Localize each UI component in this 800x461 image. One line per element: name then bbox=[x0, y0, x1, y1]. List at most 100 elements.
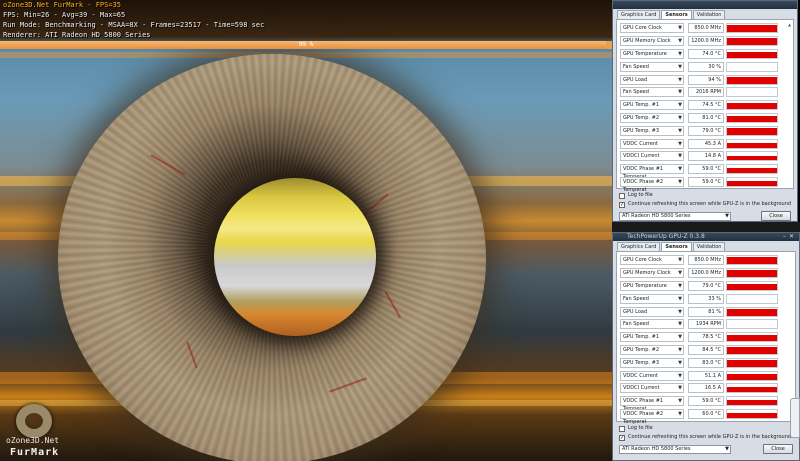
sensor-name-dropdown[interactable]: VDDC Phase #2 Temperat ▼ bbox=[620, 408, 684, 425]
sensor-name: Fan Speed bbox=[623, 321, 649, 328]
card-select[interactable]: ATI Radeon HD 5800 Series ▼ bbox=[619, 445, 731, 454]
checkmark-icon[interactable]: ✓ bbox=[619, 201, 625, 208]
card-select[interactable]: ATI Radeon HD 5800 Series ▼ bbox=[619, 212, 731, 221]
sensor-graph-bar bbox=[727, 142, 777, 148]
close-button[interactable]: Close bbox=[761, 211, 791, 221]
sensor-value: 850.0 MHz bbox=[688, 23, 724, 34]
sensor-name: VDDC Current bbox=[623, 372, 658, 379]
sensor-graph-bar bbox=[727, 168, 777, 174]
dropdown-arrow-icon: ▼ bbox=[678, 359, 682, 366]
sensor-graph-bar bbox=[727, 283, 777, 290]
scrollbar[interactable]: ▲ bbox=[788, 22, 792, 186]
close-button[interactable]: Close bbox=[763, 444, 793, 454]
sensor-name-dropdown[interactable]: Fan Speed ▼ bbox=[620, 293, 684, 304]
sensor-name-dropdown[interactable]: GPU Memory Clock ▼ bbox=[620, 36, 684, 47]
continue-refresh-checkbox[interactable]: ✓ Continue refreshing this screen while G… bbox=[619, 200, 797, 209]
sensor-name: GPU Temperature bbox=[623, 50, 667, 57]
sensor-value: 45.3 A bbox=[688, 138, 724, 149]
tab-validation[interactable]: Validation bbox=[692, 242, 726, 251]
sensor-value: 2016 RPM bbox=[688, 87, 724, 98]
dropdown-arrow-icon: ▼ bbox=[678, 38, 682, 45]
hud-title: oZone3D.Net FurMark - FPS=35 bbox=[3, 1, 122, 9]
sensor-row: GPU Core Clock ▼ 850.0 MHz bbox=[620, 22, 790, 35]
sensor-value: 51.1 A bbox=[688, 370, 724, 381]
sensor-value: 1200.0 MHz bbox=[688, 36, 724, 47]
benchmark-progress-bar: 99 % bbox=[0, 41, 612, 49]
sensor-graph-bar bbox=[727, 37, 777, 46]
checkmark-icon[interactable]: ✓ bbox=[619, 434, 625, 441]
checkbox-box[interactable] bbox=[619, 425, 625, 432]
dropdown-arrow-icon: ▼ bbox=[678, 114, 682, 121]
sensor-name-dropdown[interactable]: GPU Temperature ▼ bbox=[620, 48, 684, 59]
progress-label: 99 % bbox=[298, 41, 314, 48]
sensor-graph bbox=[726, 176, 778, 187]
dropdown-arrow-icon: ▼ bbox=[678, 372, 682, 379]
sensor-name-dropdown[interactable]: GPU Temp. #1 ▼ bbox=[620, 100, 684, 111]
sensor-name-dropdown[interactable]: GPU Memory Clock ▼ bbox=[620, 268, 684, 279]
dropdown-arrow-icon: ▼ bbox=[678, 166, 682, 173]
sensor-name-dropdown[interactable]: Fan Speed ▼ bbox=[620, 87, 684, 98]
hud-renderer: Renderer: ATI Radeon HD 5800 Series bbox=[3, 31, 151, 39]
dropdown-arrow-icon: ▼ bbox=[678, 25, 682, 32]
sensor-name-dropdown[interactable]: VDDC Current ▼ bbox=[620, 370, 684, 381]
tab-sensors[interactable]: Sensors bbox=[661, 10, 692, 19]
sensor-graph bbox=[726, 344, 778, 355]
sensor-graph bbox=[726, 396, 778, 407]
sensor-graph bbox=[726, 306, 778, 317]
sensor-graph bbox=[726, 383, 778, 394]
gpuz-window-1: Graphics Card Sensors Validation GPU Cor… bbox=[612, 0, 798, 222]
sensor-list: GPU Core Clock ▼ 850.0 MHz GPU Memory Clock… bbox=[620, 22, 790, 193]
sensor-row: GPU Load ▼ 81 % bbox=[620, 305, 792, 318]
desktop-gap bbox=[612, 222, 800, 232]
tab-sensors[interactable]: Sensors bbox=[661, 242, 692, 251]
sensor-name-dropdown[interactable]: GPU Temp. #2 ▼ bbox=[620, 344, 684, 355]
sensor-name-dropdown[interactable]: VDDC Phase #2 Temperat ▼ bbox=[620, 176, 684, 193]
sensor-name-dropdown[interactable]: VDDCI Current ▼ bbox=[620, 151, 684, 162]
close-icon[interactable]: ✕ bbox=[789, 233, 797, 240]
sensor-name-dropdown[interactable]: GPU Core Clock ▼ bbox=[620, 23, 684, 34]
sensor-list: GPU Core Clock ▼ 850.0 MHz GPU Memory Clock… bbox=[620, 254, 792, 425]
sensor-name-dropdown[interactable]: GPU Temp. #2 ▼ bbox=[620, 112, 684, 123]
sensor-panel: GPU Core Clock ▼ 850.0 MHz GPU Memory Clock… bbox=[616, 251, 796, 425]
sensor-name-dropdown[interactable]: GPU Load ▼ bbox=[620, 74, 684, 85]
sensor-name-dropdown[interactable]: VDDC Phase #1 Temperat▼ bbox=[620, 164, 684, 180]
sensor-value: 81.0 °C bbox=[688, 112, 724, 123]
tab-graphics-card[interactable]: Graphics Card bbox=[617, 242, 661, 251]
sensor-graph bbox=[726, 74, 778, 85]
dropdown-arrow-icon: ▼ bbox=[678, 153, 682, 160]
sensor-row: GPU Temp. #3 ▼ 79.0 °C bbox=[620, 124, 790, 137]
sensor-graph bbox=[726, 370, 778, 381]
scroll-up-arrow-icon[interactable]: ▲ bbox=[788, 22, 791, 27]
logo-text-site: oZone3D.Net bbox=[6, 436, 59, 445]
window-titlebar[interactable]: TechPowerUp GPU-Z 0.3.8 –✕ bbox=[613, 233, 799, 241]
sensor-name-dropdown[interactable]: GPU Core Clock ▼ bbox=[620, 255, 684, 266]
sensor-graph-bar bbox=[727, 386, 777, 393]
sensor-name-dropdown[interactable]: GPU Load ▼ bbox=[620, 306, 684, 317]
sensor-name-dropdown[interactable]: VDDC Current ▼ bbox=[620, 138, 684, 149]
desktop-gadget-edge[interactable] bbox=[790, 398, 800, 438]
sensor-name: GPU Load bbox=[623, 308, 648, 315]
sensor-graph-bar bbox=[727, 24, 777, 33]
sensor-name-dropdown[interactable]: Fan Speed ▼ bbox=[620, 61, 684, 72]
window-titlebar[interactable] bbox=[613, 1, 797, 9]
sensor-name-dropdown[interactable]: VDDCI Current ▼ bbox=[620, 383, 684, 394]
sensor-name-dropdown[interactable]: GPU Temp. #3 ▼ bbox=[620, 125, 684, 136]
sensor-graph-bar bbox=[727, 334, 777, 342]
sensor-value: 94 % bbox=[688, 74, 724, 85]
tab-graphics-card[interactable]: Graphics Card bbox=[617, 10, 661, 19]
sensor-graph bbox=[726, 164, 778, 175]
sensor-name-dropdown[interactable]: VDDC Phase #1 Temperat▼ bbox=[620, 396, 684, 412]
sensor-graph bbox=[726, 357, 778, 368]
tab-validation[interactable]: Validation bbox=[692, 10, 726, 19]
continue-refresh-checkbox[interactable]: ✓ Continue refreshing this screen while G… bbox=[619, 433, 799, 442]
dropdown-arrow-icon: ▼ bbox=[678, 140, 682, 147]
sensor-graph bbox=[726, 100, 778, 111]
sensor-name-dropdown[interactable]: Fan Speed ▼ bbox=[620, 319, 684, 330]
sensor-row: VDDC Current ▼ 45.3 A bbox=[620, 137, 790, 150]
tab-bar: Graphics Card Sensors Validation bbox=[613, 242, 799, 251]
sensor-name-dropdown[interactable]: GPU Temp. #1 ▼ bbox=[620, 332, 684, 343]
sensor-name-dropdown[interactable]: GPU Temperature ▼ bbox=[620, 280, 684, 291]
card-select-value: ATI Radeon HD 5800 Series bbox=[622, 213, 691, 219]
sensor-name-dropdown[interactable]: GPU Temp. #3 ▼ bbox=[620, 357, 684, 368]
dropdown-arrow-icon: ▼ bbox=[678, 346, 682, 353]
